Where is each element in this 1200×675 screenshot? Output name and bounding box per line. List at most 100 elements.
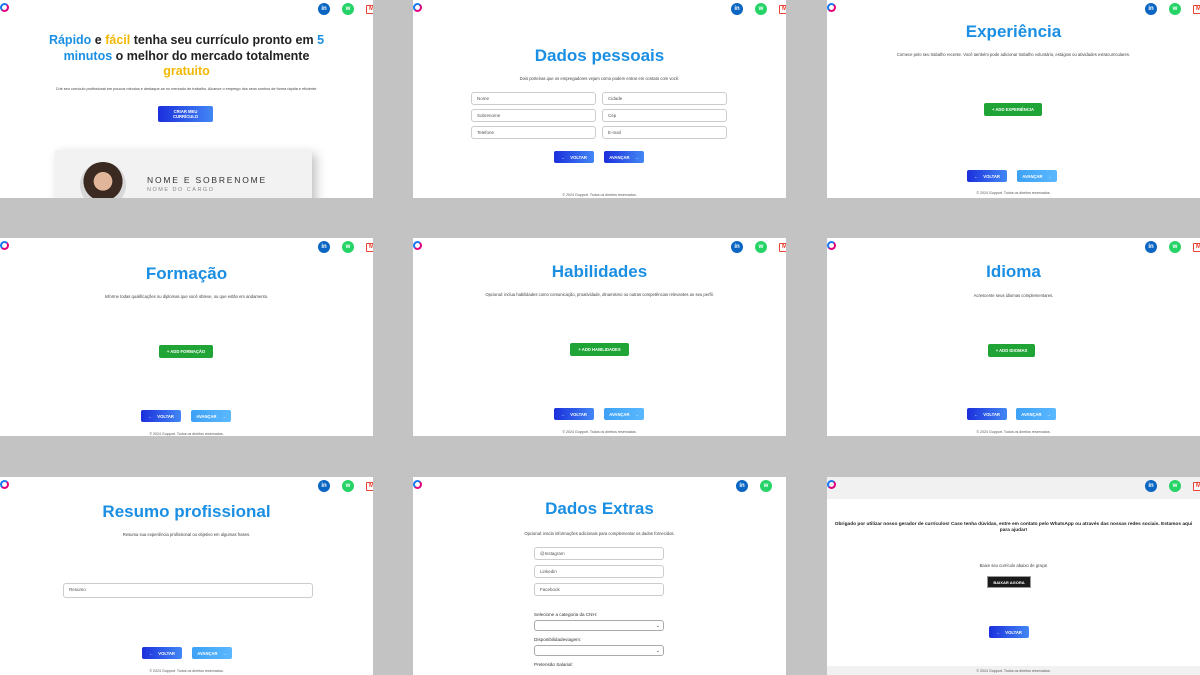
linkedin-icon[interactable]: in xyxy=(1145,480,1157,492)
cnh-select[interactable]: ⌄ xyxy=(534,620,664,631)
arrow-left-icon: ← xyxy=(149,650,154,656)
add-skills-button[interactable]: + ADD HABILIDADES xyxy=(570,343,629,356)
brand-logo-icon[interactable] xyxy=(0,241,9,250)
back-label: VOLTAR xyxy=(983,173,1000,179)
page-title: Habilidades xyxy=(551,262,648,281)
first-name-field[interactable]: Nome xyxy=(471,92,596,105)
footer: © 2024 Gupport. Todos os direitos reserv… xyxy=(149,669,224,673)
back-button[interactable]: ← VOLTAR xyxy=(142,647,182,659)
next-button[interactable]: AVANÇAR → xyxy=(192,647,232,659)
arrow-left-icon: ← xyxy=(996,629,1001,635)
whatsapp-icon[interactable]: w xyxy=(342,3,354,15)
social-links: in w M xyxy=(318,241,373,253)
last-name-field[interactable]: Sobrenome xyxy=(471,109,596,122)
cnh-label: Selecione a categoria da CNH: xyxy=(534,612,598,617)
whatsapp-icon[interactable]: w xyxy=(1169,241,1181,253)
city-field[interactable]: Cidade xyxy=(602,92,727,105)
next-button[interactable]: AVANÇAR → xyxy=(1016,408,1056,420)
linkedin-icon[interactable]: in xyxy=(1145,241,1157,253)
panel-landing: in w M Rápido e fácil tenha seu currícul… xyxy=(0,0,373,198)
social-links: in w M xyxy=(1145,480,1200,492)
arrow-left-icon: ← xyxy=(561,411,566,417)
gmail-icon[interactable]: M xyxy=(366,481,373,491)
page-subtitle: Dois porteiras que os empregadores vejam… xyxy=(519,76,680,81)
back-button[interactable]: ← VOLTAR xyxy=(141,410,181,422)
summary-field[interactable]: Resumo xyxy=(63,583,313,598)
add-education-button[interactable]: + ADD FORMAÇÃO xyxy=(159,345,213,358)
back-button[interactable]: ← VOLTAR xyxy=(554,408,594,420)
thank-you-message: Obrigado por utilizar nosso gerador de c… xyxy=(834,522,1193,533)
brand-logo-icon[interactable] xyxy=(0,3,9,12)
chevron-down-icon: ⌄ xyxy=(655,623,660,629)
linkedin-icon[interactable]: in xyxy=(731,241,743,253)
whatsapp-icon[interactable]: w xyxy=(755,3,767,15)
linkedin-icon[interactable]: in xyxy=(318,241,330,253)
gmail-icon[interactable]: M xyxy=(366,242,373,252)
linkedin-icon[interactable]: in xyxy=(318,3,330,15)
add-languages-button[interactable]: + ADD IDIOMAS xyxy=(988,344,1035,357)
brand-logo-icon[interactable] xyxy=(827,480,836,489)
linkedin-icon[interactable]: in xyxy=(318,480,330,492)
facebook-field[interactable]: Facebook xyxy=(534,583,664,596)
whatsapp-icon[interactable]: w xyxy=(755,241,767,253)
linkedin-icon[interactable]: in xyxy=(736,480,748,492)
footer: © 2024 Gupport. Todos os direitos reserv… xyxy=(976,669,1051,673)
footer: © 2024 Gupport. Todos os direitos reserv… xyxy=(149,432,224,436)
page-subtitle: Opcional: inscla informações adicionais … xyxy=(524,531,675,536)
headline-text: tenha seu currículo pronto em xyxy=(130,33,318,47)
gmail-icon[interactable]: M xyxy=(1193,4,1200,14)
next-label: AVANÇAR xyxy=(609,154,630,160)
whatsapp-icon[interactable]: w xyxy=(760,480,772,492)
gmail-icon[interactable]: M xyxy=(1193,481,1200,491)
whatsapp-icon[interactable]: w xyxy=(1169,3,1181,15)
brand-logo-icon[interactable] xyxy=(413,241,422,250)
next-label: AVANÇAR xyxy=(609,411,630,417)
next-button[interactable]: AVANÇAR → xyxy=(191,410,231,422)
linkedin-icon[interactable]: in xyxy=(731,3,743,15)
gmail-icon[interactable]: M xyxy=(779,4,786,14)
back-button[interactable]: ← VOLTAR xyxy=(967,170,1007,182)
gmail-icon[interactable]: M xyxy=(366,4,373,14)
back-button[interactable]: ← VOLTAR xyxy=(554,151,594,163)
headline-text: o melhor do mercado totalmente xyxy=(112,48,310,63)
arrow-right-icon: → xyxy=(634,154,639,160)
gmail-icon[interactable]: M xyxy=(779,242,786,252)
back-button[interactable]: ← VOLTAR xyxy=(989,626,1029,638)
brand-logo-icon[interactable] xyxy=(827,241,836,250)
download-button[interactable]: BAIXAR AGORA xyxy=(987,576,1031,588)
gmail-icon[interactable]: M xyxy=(1193,242,1200,252)
linkedin-field[interactable]: Linkedin xyxy=(534,565,664,578)
availability-select[interactable]: ⌄ xyxy=(534,645,664,656)
back-button[interactable]: ← VOLTAR xyxy=(967,408,1007,420)
panel-skills: in w M Habilidades Opcional: inclua habi… xyxy=(413,238,786,436)
back-label: VOLTAR xyxy=(1005,629,1022,635)
arrow-left-icon: ← xyxy=(974,173,979,179)
brand-logo-icon[interactable] xyxy=(413,3,422,12)
avatar xyxy=(80,162,126,198)
footer: © 2024 Gupport. Todos os direitos reserv… xyxy=(562,193,637,197)
add-experience-button[interactable]: + ADD EXPERIÊNCIA xyxy=(984,103,1042,116)
cep-field[interactable]: Cep xyxy=(602,109,727,122)
phone-field[interactable]: Telefone xyxy=(471,126,596,139)
next-label: AVANÇAR xyxy=(1022,173,1043,179)
instagram-field[interactable]: @Instagram xyxy=(534,547,664,560)
brand-logo-icon[interactable] xyxy=(0,480,9,489)
email-field[interactable]: E-mail xyxy=(602,126,727,139)
linkedin-icon[interactable]: in xyxy=(1145,3,1157,15)
next-button[interactable]: AVANÇAR → xyxy=(604,408,644,420)
create-resume-button[interactable]: CRIAR MEU CURRÍCULO xyxy=(158,106,213,122)
panel-experience: in w M Experiência Comece pelo seu traba… xyxy=(827,0,1200,198)
back-label: VOLTAR xyxy=(570,154,587,160)
footer: © 2024 Gupport. Todos os direitos reserv… xyxy=(562,430,637,434)
next-button[interactable]: AVANÇAR → xyxy=(1017,170,1057,182)
hero-headline: Rápido e fácil tenha seu currículo pront… xyxy=(40,33,333,80)
whatsapp-icon[interactable]: w xyxy=(342,480,354,492)
brand-logo-icon[interactable] xyxy=(827,3,836,12)
page-title: Resumo profissional xyxy=(102,502,271,521)
brand-logo-icon[interactable] xyxy=(413,480,422,489)
whatsapp-icon[interactable]: w xyxy=(342,241,354,253)
next-button[interactable]: AVANÇAR → xyxy=(604,151,644,163)
next-label: AVANÇAR xyxy=(1021,411,1042,417)
resume-preview-card: NOME E SOBRENOME NOME DO CARGO xyxy=(55,150,312,198)
whatsapp-icon[interactable]: w xyxy=(1169,480,1181,492)
